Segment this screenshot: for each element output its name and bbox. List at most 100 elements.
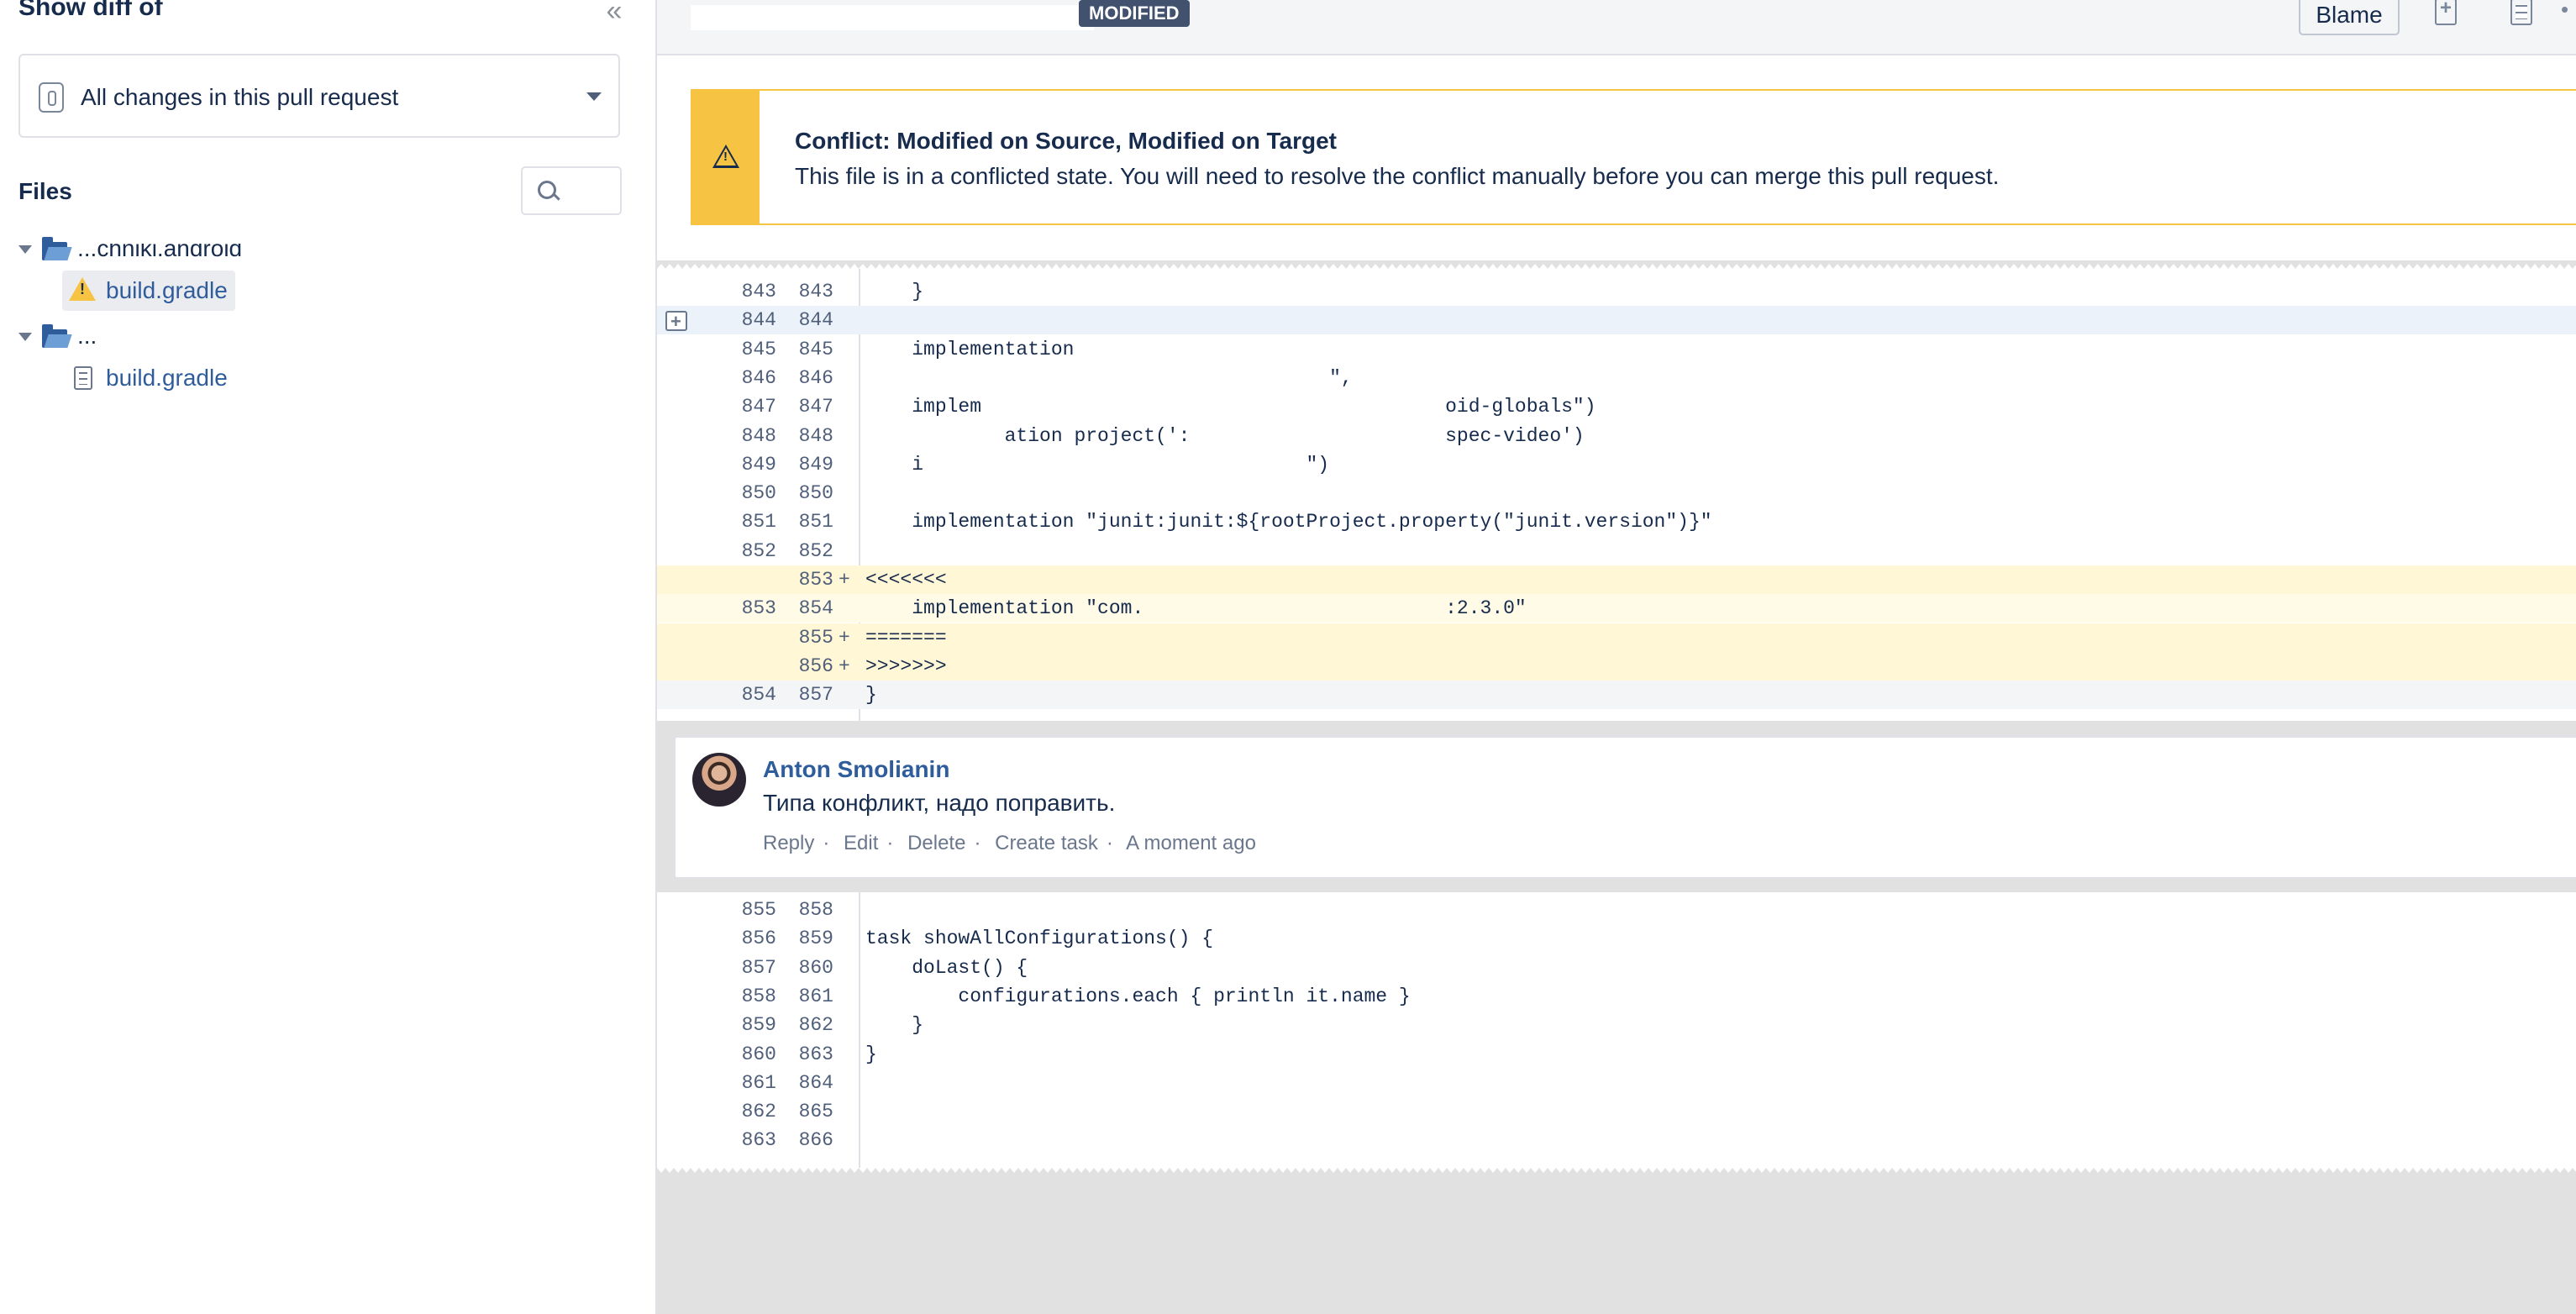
line-number-old: 846 <box>741 366 776 389</box>
line-number-old: 858 <box>741 985 776 1007</box>
tree-folder[interactable]: ...chniki.android <box>0 230 655 267</box>
document-icon <box>74 366 92 390</box>
diff-scope-select[interactable]: All changes in this pull request <box>18 54 620 138</box>
code-text: implementation "com. :2.3.0" <box>865 597 1527 620</box>
diff-line[interactable]: 843 843 } <box>657 277 2576 306</box>
line-number-old: 857 <box>741 956 776 979</box>
line-number-new: 862 <box>798 1014 833 1037</box>
line-number-new: 861 <box>798 985 833 1007</box>
file-name: build.gradle <box>106 277 228 303</box>
more-icon[interactable]: • <box>2561 0 2568 23</box>
comment-author[interactable]: Anton Smolianin <box>763 756 949 783</box>
diff-line[interactable]: 858 861 configurations.each { println it.… <box>657 982 2576 1011</box>
tree-folder[interactable]: ... <box>0 318 655 355</box>
folder-name: ... <box>77 323 97 349</box>
code-text: } <box>865 1014 924 1037</box>
comment-timestamp[interactable]: A moment ago <box>1126 832 1256 854</box>
inline-comment: Anton Smolianin Типа конфликт, надо попр… <box>674 736 2576 879</box>
line-number-new: 858 <box>798 899 833 921</box>
code-text: implementation <box>865 338 1086 360</box>
view-file-icon[interactable] <box>2510 0 2532 25</box>
line-number-new: 843 <box>798 281 833 302</box>
line-number-new: 860 <box>798 956 833 979</box>
add-comment-icon[interactable] <box>2435 0 2457 25</box>
diff-line[interactable]: 847 847 implem oid-globals") <box>657 392 2576 421</box>
line-number-new: 863 <box>798 1043 833 1065</box>
warning-icon <box>69 277 96 301</box>
code-text: >>>>>>> <box>865 654 947 677</box>
files-heading: Files <box>18 178 72 204</box>
diff-line[interactable]: 859 862 } <box>657 1011 2576 1039</box>
diff-line[interactable]: 861 864 <box>657 1069 2576 1097</box>
line-number-old: 853 <box>741 597 776 620</box>
line-number-new: 844 <box>798 309 833 332</box>
diff-view: MODIFIED Blame • Conflict: Modified on S… <box>657 0 2576 1314</box>
line-number-new: 865 <box>798 1101 833 1123</box>
diff-line[interactable]: 852 852 <box>657 537 2576 565</box>
line-number-new: 854 <box>798 597 833 620</box>
diff-line[interactable]: 848 848 ation project(': spec-video') <box>657 422 2576 450</box>
file-search-input[interactable] <box>521 166 622 215</box>
code-text: task showAllConfigurations() { <box>865 928 1214 950</box>
diff-line[interactable]: 844 844 <box>657 306 2576 336</box>
file-item-build-gradle[interactable]: build.gradle <box>62 358 235 398</box>
add-comment-icon[interactable] <box>665 307 687 336</box>
diff-line[interactable]: 855 + ======= <box>657 623 2576 652</box>
line-number-new: 845 <box>798 338 833 360</box>
diff-line[interactable]: 845 845 implementation <box>657 335 2576 364</box>
status-badge: MODIFIED <box>1079 0 1190 27</box>
diff-line[interactable]: 851 851 implementation "junit:junit:${roo… <box>657 507 2576 536</box>
line-number-old: 852 <box>741 539 776 562</box>
line-number-old: 849 <box>741 453 776 476</box>
diff-line[interactable]: 856 + >>>>>>> <box>657 651 2576 681</box>
diff-line[interactable]: 862 865 <box>657 1097 2576 1126</box>
line-number-new: 855 <box>798 626 833 649</box>
code-text: } <box>865 684 877 707</box>
search-icon <box>538 181 556 199</box>
code-text: implementation "junit:junit:${rootProjec… <box>865 511 1712 533</box>
diff-line[interactable]: 855 858 <box>657 896 2576 924</box>
hunk-separator <box>657 1168 2576 1176</box>
diff-line[interactable]: 854 857} <box>657 681 2576 710</box>
code-text: <<<<<<< <box>865 569 947 591</box>
line-number-new: 848 <box>798 424 833 447</box>
diff-line[interactable]: 856 859 task showAllConfigurations() { <box>657 924 2576 953</box>
line-number-old: 862 <box>741 1101 776 1123</box>
line-number-old: 854 <box>741 684 776 707</box>
conflict-banner: Conflict: Modified on Source, Modified o… <box>691 89 2576 225</box>
diff-line[interactable]: 849 849 i ") <box>657 450 2576 479</box>
avatar[interactable] <box>692 753 746 807</box>
edit-link[interactable]: Edit <box>844 832 878 854</box>
diff-line[interactable]: 853 + <<<<<<< <box>657 565 2576 594</box>
diff-line[interactable]: 850 850 <box>657 479 2576 507</box>
line-number-old: 845 <box>741 338 776 360</box>
file-item-build-gradle-conflict[interactable]: build.gradle <box>62 271 235 311</box>
line-number-new: 847 <box>798 396 833 418</box>
diff-line[interactable]: 846 846 ", <box>657 364 2576 392</box>
code-text: } <box>865 281 924 302</box>
diff-line[interactable]: 860 863} <box>657 1040 2576 1069</box>
line-number-old: 861 <box>741 1071 776 1094</box>
diff-line[interactable]: 853 854 implementation "com. :2.3.0" <box>657 594 2576 623</box>
line-number-new: 852 <box>798 539 833 562</box>
line-number-old: 863 <box>741 1129 776 1152</box>
diff-scope-label: All changes in this pull request <box>81 84 399 110</box>
folder-open-icon <box>42 324 67 348</box>
reply-link[interactable]: Reply <box>763 832 814 854</box>
delete-link[interactable]: Delete <box>907 832 965 854</box>
line-number-new: 853 <box>798 569 833 591</box>
collapse-sidebar-icon[interactable]: « <box>602 0 627 25</box>
conflict-message: This file is in a conflicted state. You … <box>795 163 2000 189</box>
diff-hunk: 843843 }844844845845 implementation 8468… <box>657 269 2576 721</box>
line-number-old: 850 <box>741 482 776 505</box>
diff-line[interactable]: 857 860 doLast() { <box>657 954 2576 982</box>
diff-line[interactable]: 863 866 <box>657 1126 2576 1154</box>
pull-request-icon <box>39 82 64 113</box>
create-task-link[interactable]: Create task <box>995 832 1098 854</box>
chevron-down-icon <box>586 92 602 101</box>
hunk-separator <box>657 260 2576 269</box>
line-number-old: 856 <box>741 928 776 950</box>
blame-button[interactable]: Blame <box>2299 0 2400 35</box>
line-number-old: 851 <box>741 511 776 533</box>
caret-down-icon <box>18 245 32 254</box>
